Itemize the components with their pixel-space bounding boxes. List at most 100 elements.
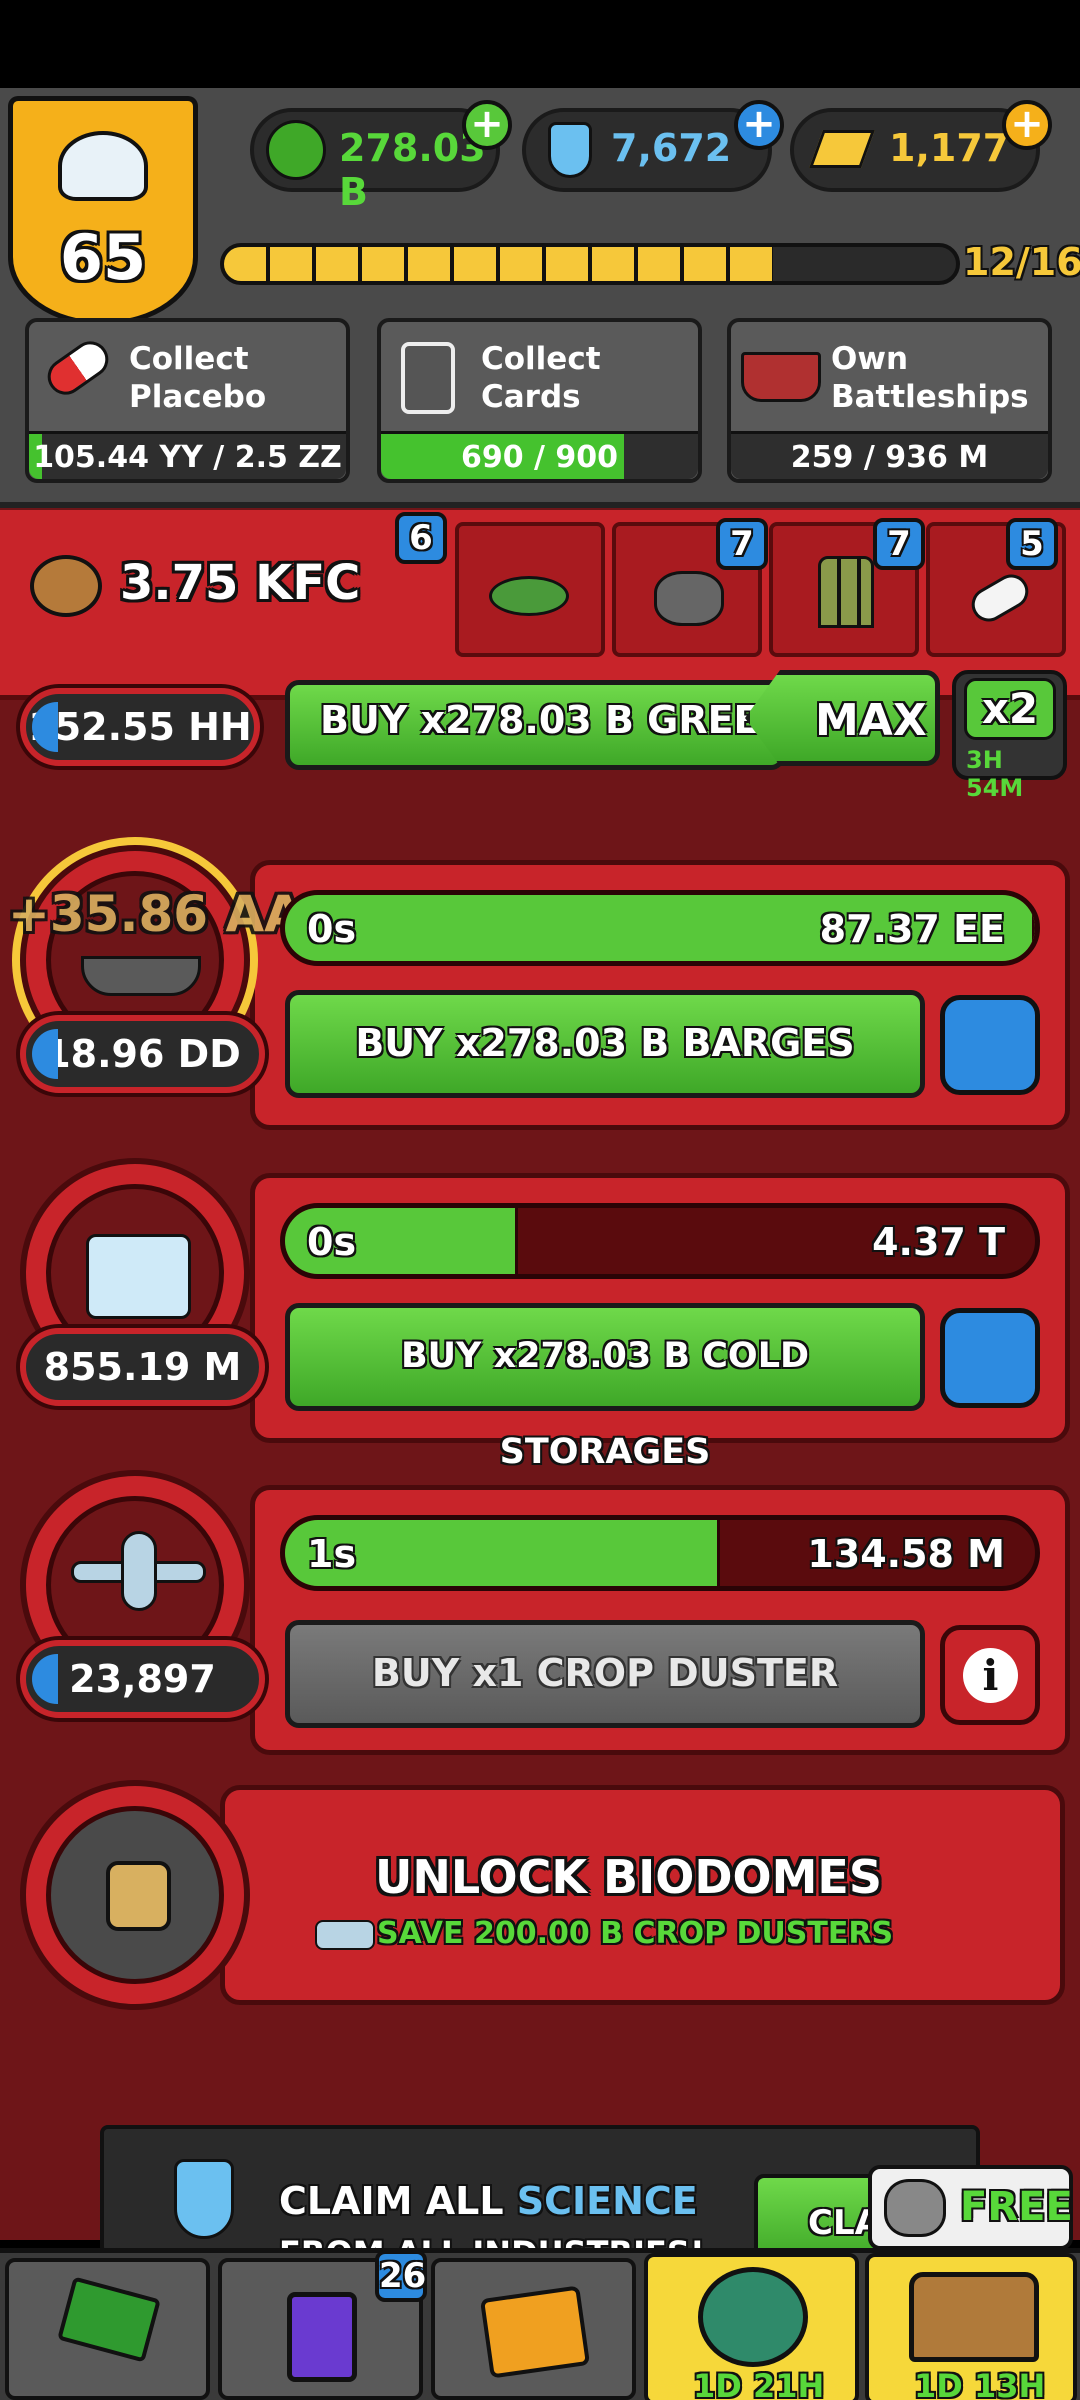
science-value: 7,672 — [611, 126, 732, 170]
science-currency[interactable]: 7,672 + — [522, 100, 784, 192]
unlock-title: UNLOCK BIODOMES — [375, 1850, 882, 1904]
quest-progress-bar: 259 / 936 M — [731, 431, 1048, 479]
add-gold-icon[interactable]: + — [1002, 100, 1052, 150]
card-upgrade-icon[interactable] — [940, 995, 1040, 1095]
buy-crop-duster-button[interactable]: BUY x1 CROP DUSTER — [285, 1620, 925, 1728]
folder-icon — [479, 2285, 591, 2379]
wings-icon — [58, 131, 148, 201]
income-popup: +35.86 AA — [8, 885, 303, 943]
bullets-icon — [818, 556, 874, 628]
slot-badge: 7 — [716, 518, 768, 570]
quest-progress-text: 690 / 900 — [460, 440, 619, 475]
industry-cold-storages: 855.19 M 0s 4.37 T BUY x278.03 B COLD ST… — [20, 1158, 1070, 1472]
free-label: FREE — [960, 2184, 1073, 2230]
crop-duster-progress-bar: 1s 134.58 M — [280, 1515, 1040, 1591]
max-label: MAX — [815, 695, 927, 746]
quest-label: Collect Placebo — [129, 341, 267, 415]
cards-badge: 26 — [375, 2250, 427, 2302]
pill-icon — [965, 568, 1035, 628]
level-number: 65 — [59, 221, 147, 294]
multiplier-label: x2 — [964, 678, 1056, 740]
barges-time: 0s — [307, 907, 357, 951]
potato-icon — [30, 555, 102, 617]
event-timer: 1D 21H — [693, 2367, 825, 2400]
max-button[interactable]: MAX — [745, 670, 940, 766]
top-header: 278.03 B + 7,672 + 1,177 + 65 12/16 Coll… — [0, 88, 1080, 508]
claim-text-highlight: SCIENCE — [516, 2179, 698, 2223]
cold-storages-progress-bar: 0s 4.37 T — [280, 1203, 1040, 1279]
biodome-lock-frame — [20, 1780, 250, 2010]
crop-duster-small-icon — [315, 1920, 375, 1950]
lock-icon — [106, 1861, 171, 1931]
event-medal-icon — [698, 2267, 808, 2367]
buy-cold-storages-button[interactable]: BUY x278.03 B COLD STORAGES — [285, 1303, 925, 1472]
multiplier-timer: 3H 54M — [966, 746, 1024, 802]
barges-value: 87.37 EE — [819, 907, 1005, 951]
card-icon — [401, 342, 455, 414]
unlock-subtitle: SAVE 200.00 B CROP DUSTERS — [377, 1916, 894, 1951]
chest-timer: 1D 13H — [914, 2367, 1046, 2400]
slot-badge: 6 — [395, 512, 447, 564]
potato-value: 3.75 KFC — [120, 555, 361, 611]
slot-badge: 7 — [873, 518, 925, 570]
quest-label: Collect Cards — [481, 341, 601, 415]
greenhouse-row: 152.55 HH BUY x278.03 B GREE MAX x2 3H 5… — [0, 670, 1080, 802]
free-offer-tag[interactable]: FREE — [868, 2165, 1073, 2250]
rock-icon — [654, 571, 724, 626]
cold-storages-count: 855.19 M — [20, 1328, 265, 1406]
flag-icon — [57, 2276, 161, 2363]
crop-duster-value: 134.58 M — [807, 1532, 1005, 1576]
info-button[interactable]: i — [940, 1625, 1040, 1725]
crop-duster-count: 23,897 — [20, 1640, 265, 1718]
cash-currency[interactable]: 278.03 B + — [250, 100, 512, 214]
status-bar — [0, 0, 1080, 88]
nav-cards-button[interactable]: 26 — [218, 2250, 427, 2400]
xp-progress-fill — [224, 247, 773, 281]
industry-barges: +35.86 AA 18.96 DD 0s 87.37 EE BUY x278.… — [8, 845, 1070, 1130]
multiplier-button[interactable]: x2 3H 54M — [952, 670, 1067, 802]
buy-greenhouse-button[interactable]: BUY x278.03 B GREE — [285, 680, 785, 770]
nav-map-button[interactable] — [5, 2258, 210, 2400]
island-flag-icon — [489, 576, 569, 616]
nav-event-button[interactable]: 1D 21H — [644, 2253, 859, 2400]
claim-science-banner: CLAIM ALL SCIENCE FROM ALL INDUSTRIES! C… — [100, 2125, 980, 2255]
quest-collect-placebo[interactable]: Collect Placebo 105.44 YY / 2.5 ZZ — [25, 318, 350, 483]
card-upgrade-icon[interactable] — [940, 1308, 1040, 1408]
cold-storages-time: 0s — [307, 1220, 357, 1264]
resource-slot-rock-2[interactable]: 7 — [769, 518, 925, 657]
pill-icon — [40, 334, 116, 402]
quest-progress-bar: 690 / 900 — [381, 431, 698, 479]
cards-icon — [287, 2292, 357, 2382]
quest-collect-cards[interactable]: Collect Cards 690 / 900 — [377, 318, 702, 483]
cold-storages-count-text: 855.19 M — [43, 1345, 242, 1389]
resource-slot-pill[interactable]: 5 — [926, 518, 1066, 657]
quest-own-battleships[interactable]: Own Battleships 259 / 936 M — [727, 318, 1052, 483]
add-science-icon[interactable]: + — [734, 100, 784, 150]
barges-count: 18.96 DD — [20, 1015, 265, 1093]
resource-slot-island[interactable] — [455, 522, 605, 657]
buy-barges-button[interactable]: BUY x278.03 B BARGES — [285, 990, 925, 1098]
bottom-nav: 26 1D 21H 1D 13H — [0, 2248, 1080, 2400]
koala-icon — [884, 2179, 946, 2237]
xp-progress-bar — [220, 243, 960, 285]
greenhouse-count: 152.55 HH — [20, 688, 260, 766]
unlock-biodomes-panel[interactable]: UNLOCK BIODOMES SAVE 200.00 B CROP DUSTE… — [20, 1780, 1065, 2020]
crop-duster-time: 1s — [307, 1532, 357, 1576]
industry-crop-duster: 23,897 1s 134.58 M BUY x1 CROP DUSTER i — [20, 1470, 1070, 1755]
cash-icon — [266, 120, 326, 180]
gold-value: 1,177 — [889, 126, 1010, 170]
add-cash-icon[interactable]: + — [462, 100, 512, 150]
claim-text: CLAIM ALL SCIENCE — [279, 2179, 698, 2223]
nav-chest-button[interactable]: 1D 13H — [865, 2253, 1077, 2400]
nav-folders-button[interactable] — [431, 2258, 636, 2400]
crop-duster-count-text: 23,897 — [69, 1657, 216, 1701]
resource-slot-rock[interactable]: 7 — [612, 518, 768, 657]
barges-progress-bar: 0s 87.37 EE — [280, 890, 1040, 966]
quest-progress-bar: 105.44 YY / 2.5 ZZ — [29, 431, 346, 479]
biodome-icon — [46, 1806, 224, 1984]
xp-text: 12/16 — [963, 240, 1080, 284]
quest-progress-text: 105.44 YY / 2.5 ZZ — [33, 440, 342, 475]
gold-currency[interactable]: 1,177 + — [790, 100, 1052, 192]
greenhouse-count-text: 152.55 HH — [28, 705, 252, 749]
level-banner[interactable]: 65 — [8, 96, 198, 326]
